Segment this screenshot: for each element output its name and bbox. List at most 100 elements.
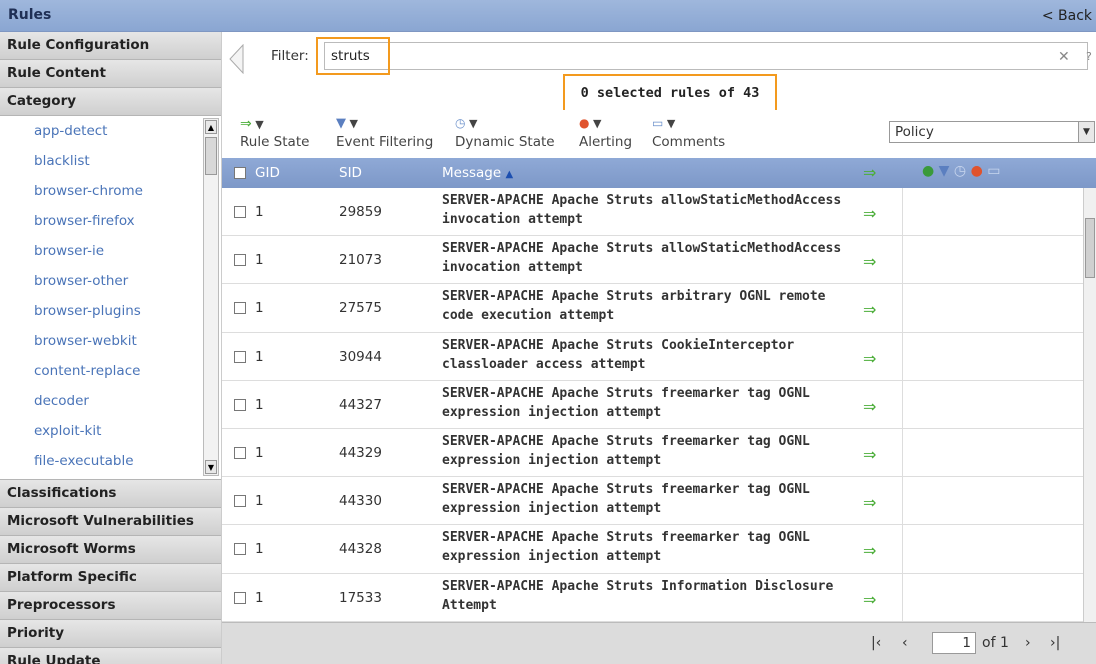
table-row[interactable]: 1 44329 SERVER-APACHE Apache Struts freema… <box>222 428 1096 478</box>
green-arrow-icon[interactable]: ⇒ <box>863 590 876 609</box>
filter-label: Filter: <box>271 48 309 64</box>
select-all-checkbox[interactable] <box>234 167 246 179</box>
category-item[interactable]: content-replace <box>0 356 221 386</box>
help-icon[interactable]: ? <box>1086 50 1092 63</box>
table-row[interactable]: 1 30944 SERVER-APACHE Apache Struts Cookie… <box>222 332 1096 381</box>
table-header: GID SID Message ▲ ⇒ ● ▼ ◷ ● ▭ <box>222 158 1096 188</box>
close-icon[interactable]: ✕ <box>1058 49 1070 65</box>
back-link[interactable]: < Back <box>1042 8 1092 24</box>
green-arrow-icon[interactable]: ⇒ <box>863 349 876 368</box>
table-row[interactable]: 1 29859 SERVER-APACHE Apache Struts allowS… <box>222 188 1096 237</box>
page-count: of 1 <box>982 635 1009 651</box>
table-row[interactable]: 1 44327 SERVER-APACHE Apache Struts freema… <box>222 380 1096 429</box>
column-gid[interactable]: GID <box>255 165 280 181</box>
sidebar-section-priority[interactable]: Priority <box>0 620 221 648</box>
first-page-icon[interactable]: |‹ <box>871 635 881 651</box>
prev-page-icon[interactable]: ‹ <box>902 635 908 651</box>
scroll-thumb[interactable] <box>205 137 217 175</box>
row-checkbox[interactable] <box>234 591 246 604</box>
sidebar-section-rule-content[interactable]: Rule Content <box>0 60 221 88</box>
table-row[interactable]: 1 21073 SERVER-APACHE Apache Struts allowS… <box>222 236 1096 285</box>
row-message[interactable]: SERVER-APACHE Apache Struts freemarker t… <box>442 432 852 470</box>
category-item[interactable]: decoder <box>0 386 221 416</box>
table-row[interactable]: 1 44328 SERVER-APACHE Apache Struts freema… <box>222 525 1096 574</box>
category-scrollbar[interactable]: ▲ ▼ <box>203 118 219 476</box>
alert-icon: ● <box>970 163 983 179</box>
category-item[interactable]: file-executable <box>0 446 221 476</box>
sidebar-section-rule-configuration[interactable]: Rule Configuration <box>0 32 221 60</box>
green-arrow-icon[interactable]: ⇒ <box>863 204 876 223</box>
dynamic-state-menu[interactable]: ◷ ▼ Dynamic State <box>455 116 555 150</box>
sidebar-section-microsoft-vulnerabilities[interactable]: Microsoft Vulnerabilities <box>0 508 221 536</box>
row-message[interactable]: SERVER-APACHE Apache Struts freemarker t… <box>442 384 852 422</box>
row-message[interactable]: SERVER-APACHE Apache Struts arbitrary OG… <box>442 287 852 325</box>
green-arrow-icon[interactable]: ⇒ <box>863 252 876 271</box>
row-checkbox[interactable] <box>234 446 246 459</box>
event-filtering-label: Event Filtering <box>336 134 434 150</box>
rule-state-column-icon[interactable]: ⇒ <box>863 163 876 182</box>
row-checkbox[interactable] <box>234 350 246 363</box>
row-message[interactable]: SERVER-APACHE Apache Struts freemarker t… <box>442 528 852 566</box>
alerting-menu[interactable]: ● ▼ Alerting <box>579 116 632 150</box>
row-checkbox[interactable] <box>234 398 246 411</box>
row-message[interactable]: SERVER-APACHE Apache Struts allowStaticM… <box>442 191 852 229</box>
column-sid[interactable]: SID <box>339 165 362 181</box>
event-filtering-menu[interactable]: ▼ ▼ Event Filtering <box>336 116 433 150</box>
last-page-icon[interactable]: ›| <box>1050 635 1060 651</box>
category-item[interactable]: exploit-kit <box>0 416 221 446</box>
policy-select[interactable]: Policy ▼ <box>889 121 1095 143</box>
row-message[interactable]: SERVER-APACHE Apache Struts freemarker t… <box>442 480 852 518</box>
page-number-input[interactable]: 1 <box>932 632 976 654</box>
row-checkbox[interactable] <box>234 543 246 556</box>
table-scrollbar[interactable] <box>1083 188 1096 622</box>
column-divider <box>902 332 903 380</box>
sidebar-section-category[interactable]: Category <box>0 88 221 116</box>
collapse-sidebar-icon[interactable] <box>228 44 244 74</box>
alerting-label: Alerting <box>579 134 633 150</box>
next-page-icon[interactable]: › <box>1025 635 1031 651</box>
row-checkbox[interactable] <box>234 495 246 508</box>
sidebar-section-classifications[interactable]: Classifications <box>0 480 221 508</box>
comments-menu[interactable]: ▭ ▼ Comments <box>652 116 725 150</box>
table-row[interactable]: 1 44330 SERVER-APACHE Apache Struts freema… <box>222 477 1096 526</box>
row-message[interactable]: SERVER-APACHE Apache Struts CookieInterc… <box>442 336 852 374</box>
scroll-thumb[interactable] <box>1085 218 1095 278</box>
category-item[interactable]: app-detect <box>0 116 221 146</box>
row-checkbox[interactable] <box>234 206 246 218</box>
column-message[interactable]: Message ▲ <box>442 165 513 181</box>
category-item[interactable]: browser-plugins <box>0 296 221 326</box>
category-item[interactable]: browser-ie <box>0 236 221 266</box>
filter-highlight <box>316 37 390 75</box>
chevron-down-icon[interactable]: ▼ <box>1078 122 1094 142</box>
category-item[interactable]: browser-webkit <box>0 326 221 356</box>
green-arrow-icon[interactable]: ⇒ <box>863 445 876 464</box>
category-item[interactable]: browser-firefox <box>0 206 221 236</box>
status-icons-group: ● ▼ ◷ ● ▭ <box>922 163 1000 179</box>
green-arrow-icon[interactable]: ⇒ <box>863 397 876 416</box>
row-checkbox[interactable] <box>234 302 246 315</box>
rule-state-menu[interactable]: ⇒ ▼ Rule State <box>240 116 309 150</box>
sidebar-section-platform-specific[interactable]: Platform Specific <box>0 564 221 592</box>
pagination-bar: |‹ ‹ 1 of 1 › ›| <box>222 622 1096 664</box>
row-sid: 21073 <box>339 252 382 269</box>
scroll-up-icon[interactable]: ▲ <box>205 120 217 134</box>
table-row[interactable]: 1 27575 SERVER-APACHE Apache Struts arbitr… <box>222 284 1096 333</box>
green-arrow-icon[interactable]: ⇒ <box>863 300 876 319</box>
filter-input[interactable] <box>324 42 1088 70</box>
row-message[interactable]: SERVER-APACHE Apache Struts allowStaticM… <box>442 239 852 277</box>
category-item[interactable]: browser-other <box>0 266 221 296</box>
scroll-down-icon[interactable]: ▼ <box>205 460 217 474</box>
sidebar-section-rule-update[interactable]: Rule Update <box>0 648 221 664</box>
table-row[interactable]: 1 17533 SERVER-APACHE Apache Struts Inform… <box>222 573 1096 622</box>
row-message[interactable]: SERVER-APACHE Apache Struts Information … <box>442 577 852 615</box>
sidebar-section-microsoft-worms[interactable]: Microsoft Worms <box>0 536 221 564</box>
green-arrow-icon[interactable]: ⇒ <box>863 493 876 512</box>
category-item[interactable]: blacklist <box>0 146 221 176</box>
sidebar-section-preprocessors[interactable]: Preprocessors <box>0 592 221 620</box>
row-checkbox[interactable] <box>234 254 246 267</box>
sidebar: Rule Configuration Rule Content Category… <box>0 32 222 664</box>
rule-toolbar: ⇒ ▼ Rule State ▼ ▼ Event Filtering ◷ ▼ D… <box>222 110 1096 156</box>
funnel-icon: ▼ <box>336 116 346 131</box>
green-arrow-icon[interactable]: ⇒ <box>863 541 876 560</box>
category-item[interactable]: browser-chrome <box>0 176 221 206</box>
